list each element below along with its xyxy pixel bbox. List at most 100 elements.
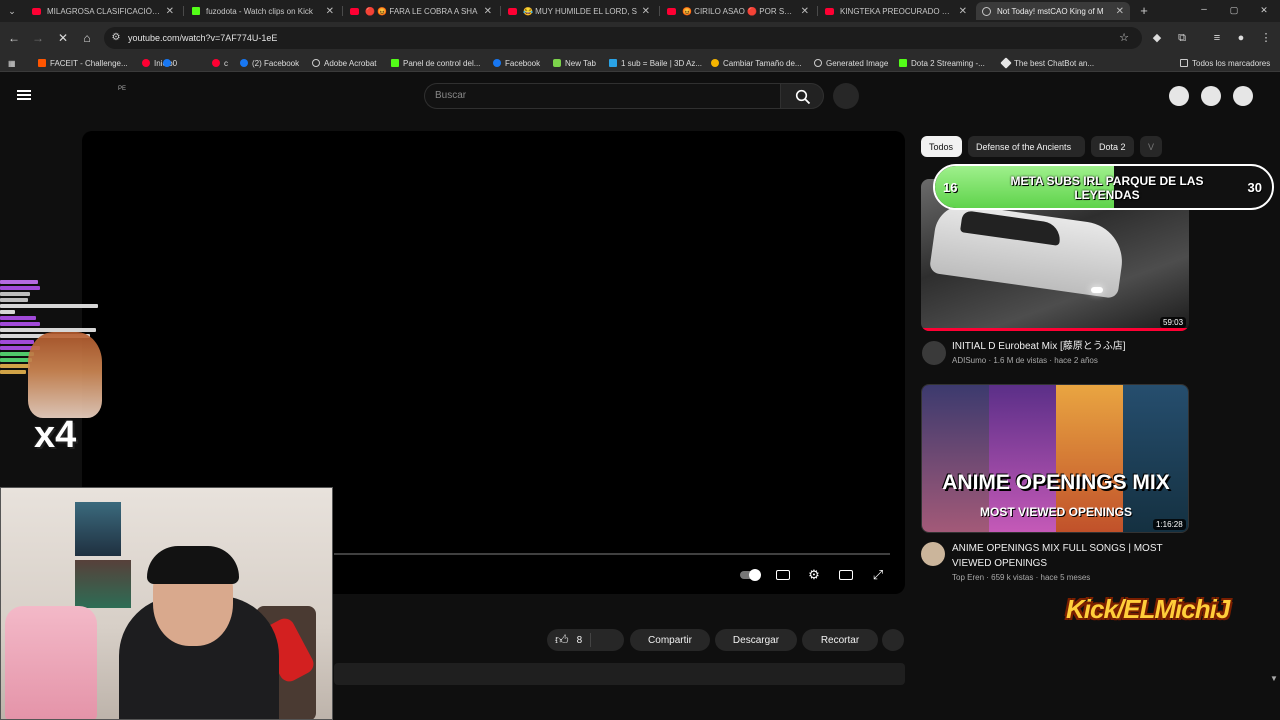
chip-label: Defense of the Ancients bbox=[976, 141, 1072, 152]
apps-grid-icon[interactable]: ▦ bbox=[8, 57, 16, 69]
bookmark-star-icon[interactable]: ☆ bbox=[1117, 31, 1131, 45]
account-avatar[interactable] bbox=[1233, 86, 1253, 106]
site-settings-icon[interactable]: ⚙ bbox=[110, 31, 122, 45]
bookmark-item[interactable]: Panel de control del... bbox=[391, 57, 480, 69]
bookmark-item[interactable]: The best ChatBot an... bbox=[1000, 57, 1094, 69]
multiplier-overlay: x4 bbox=[34, 414, 77, 456]
search-button[interactable] bbox=[780, 83, 824, 109]
video-title[interactable]: INITIAL D Eurobeat Mix [藤原とうふ店] bbox=[952, 339, 1182, 354]
chip-all[interactable]: Todos bbox=[921, 136, 962, 157]
tab-3[interactable]: 😂 MUY HUMILDE EL LORD, S ✕ bbox=[502, 2, 656, 20]
search-input[interactable] bbox=[424, 83, 781, 109]
tab-1[interactable]: fuzodota - Watch clips on Kick ✕ bbox=[186, 2, 340, 20]
new-tab-plus-icon[interactable]: + bbox=[1136, 3, 1152, 19]
settings-gear-icon[interactable]: ⚙ bbox=[806, 567, 822, 583]
bookmark-item[interactable]: Dota 2 Streaming -... bbox=[899, 57, 985, 69]
channel-name[interactable]: ADISumo bbox=[952, 356, 986, 365]
url-text[interactable]: youtube.com/watch?v=7AF774U-1eE bbox=[128, 33, 277, 43]
tab-4[interactable]: 😡 CIRILO ASAO 🔴 POR SUS GA ✕ bbox=[661, 2, 815, 20]
bookmark-item[interactable]: Adobe Acrobat bbox=[312, 57, 376, 69]
bookmark-label: Adobe Acrobat bbox=[324, 58, 377, 68]
menu-kebab-icon[interactable]: ⋮ bbox=[1259, 31, 1273, 45]
miniplayer-icon[interactable] bbox=[838, 567, 854, 583]
subtitles-icon[interactable] bbox=[775, 567, 791, 583]
tab-title: Not Today! mstCAO King of M bbox=[997, 6, 1104, 16]
download-button[interactable]: Descargar bbox=[715, 629, 797, 651]
notifications-icon[interactable] bbox=[1201, 86, 1221, 106]
minimize-window-icon[interactable]: – bbox=[1198, 4, 1210, 16]
chip-partial[interactable]: V bbox=[1140, 136, 1162, 157]
folder-icon bbox=[1180, 59, 1188, 67]
car-shape bbox=[928, 201, 1128, 299]
share-button[interactable]: Compartir bbox=[630, 629, 710, 651]
tab-title: 🔴 😡 FARA LE COBRA A SHA bbox=[365, 6, 478, 16]
globe-icon bbox=[982, 6, 991, 16]
tab-strip: ⌄ MILAGROSA CLASIFICACIÓN D ✕ fuzodota -… bbox=[0, 0, 1280, 22]
tab-0[interactable]: MILAGROSA CLASIFICACIÓN D ✕ bbox=[26, 2, 180, 20]
bookmark-item[interactable]: Facebook bbox=[493, 57, 540, 69]
autoplay-toggle[interactable] bbox=[740, 567, 762, 583]
facebook-icon bbox=[240, 59, 248, 67]
fullscreen-icon[interactable]: ⤢ bbox=[870, 567, 886, 583]
tab-search-chevron-icon[interactable]: ⌄ bbox=[4, 4, 20, 18]
tab-divider bbox=[817, 6, 818, 16]
channel-avatar[interactable] bbox=[921, 542, 945, 566]
back-arrow-icon[interactable]: ← bbox=[6, 30, 22, 46]
hamburger-menu-icon[interactable] bbox=[17, 89, 31, 101]
clip-label: Recortar bbox=[820, 634, 860, 646]
tab-5[interactable]: KINGTEKA PREOCURADO POR ✕ bbox=[819, 2, 973, 20]
chip-defense-of-the-ancients[interactable]: Defense of the Ancients bbox=[968, 136, 1085, 157]
clip-button[interactable]: Recortar bbox=[802, 629, 878, 651]
maximize-window-icon[interactable]: ▢ bbox=[1228, 4, 1240, 16]
chip-label: Todos bbox=[929, 141, 954, 152]
tab-title: 😂 MUY HUMILDE EL LORD, S bbox=[523, 6, 637, 16]
profile-icon[interactable]: ● bbox=[1234, 31, 1248, 45]
like-button[interactable]: 👍︎ 8 bbox=[547, 629, 624, 651]
bookmark-item[interactable]: New Tab bbox=[553, 57, 596, 69]
bookmark-item[interactable]: 1 sub = Baile | 3D Az... bbox=[609, 57, 702, 69]
close-tab-icon[interactable]: ✕ bbox=[801, 6, 809, 17]
close-tab-icon[interactable]: ✕ bbox=[959, 6, 967, 17]
bookmark-item[interactable]: c bbox=[212, 57, 228, 69]
close-tab-icon[interactable]: ✕ bbox=[166, 6, 174, 17]
faceit-icon bbox=[38, 59, 46, 67]
bookmark-item[interactable]: FACEIT - Challenge... bbox=[38, 57, 128, 69]
scroll-down-arrow-icon[interactable]: ▼ bbox=[1270, 674, 1278, 683]
bookmark-item[interactable]: Generated Image bbox=[814, 57, 888, 69]
video-stats-line: Top Eren · 659 k vistas · hace 5 meses bbox=[952, 573, 1091, 582]
close-window-icon[interactable]: ✕ bbox=[1258, 4, 1270, 16]
close-tab-icon[interactable]: ✕ bbox=[1116, 6, 1124, 17]
media-controls-icon[interactable]: ≡ bbox=[1210, 31, 1224, 45]
home-icon[interactable]: ⌂ bbox=[79, 30, 95, 46]
bookmark-label: c bbox=[224, 58, 228, 68]
bookmark-item[interactable]: Cambiar Tamaño de... bbox=[711, 57, 802, 69]
extensions-puzzle-icon[interactable]: ⧉ bbox=[1175, 31, 1189, 45]
tab-title: 😡 CIRILO ASAO 🔴 POR SUS GA bbox=[682, 6, 797, 16]
video-title[interactable]: ANIME OPENINGS MIX FULL SONGS | MOST VIE… bbox=[952, 541, 1182, 571]
close-tab-icon[interactable]: ✕ bbox=[484, 6, 492, 17]
channel-avatar[interactable] bbox=[922, 341, 946, 365]
description-box[interactable] bbox=[334, 663, 905, 685]
all-bookmarks-folder[interactable]: Todos los marcadores bbox=[1180, 57, 1270, 69]
channel-name[interactable]: Top Eren bbox=[952, 573, 984, 582]
extension-diamond-icon[interactable]: ◆ bbox=[1150, 31, 1164, 45]
goal-text: META SUBS IRL PARQUE DE LAS LEYENDAS bbox=[1010, 174, 1204, 202]
bookmark-label: Panel de control del... bbox=[403, 58, 481, 68]
create-icon[interactable] bbox=[1169, 86, 1189, 106]
watched-progress bbox=[921, 328, 1189, 331]
tab-2[interactable]: 🔴 😡 FARA LE COBRA A SHA ✕ bbox=[344, 2, 498, 20]
close-tab-icon[interactable]: ✕ bbox=[326, 6, 334, 17]
more-actions-button[interactable] bbox=[882, 629, 904, 651]
stop-loading-icon[interactable]: ✕ bbox=[55, 30, 71, 46]
bookmark-item[interactable]: Inicio0 bbox=[163, 57, 175, 69]
facebook-icon bbox=[493, 59, 501, 67]
tab-6-active[interactable]: Not Today! mstCAO King of M ✕ bbox=[976, 2, 1130, 20]
forward-arrow-icon[interactable]: → bbox=[30, 30, 46, 46]
close-tab-icon[interactable]: ✕ bbox=[642, 6, 650, 17]
facebook-icon bbox=[163, 59, 171, 67]
video-thumbnail[interactable]: ANIME OPENINGS MIX MOST VIEWED OPENINGS bbox=[921, 384, 1189, 533]
bookmark-item[interactable]: (2) Facebook bbox=[240, 57, 299, 69]
chip-dota-2[interactable]: Dota 2 bbox=[1091, 136, 1134, 157]
video-progress-bar[interactable] bbox=[334, 553, 890, 555]
voice-search-button[interactable] bbox=[833, 83, 859, 109]
